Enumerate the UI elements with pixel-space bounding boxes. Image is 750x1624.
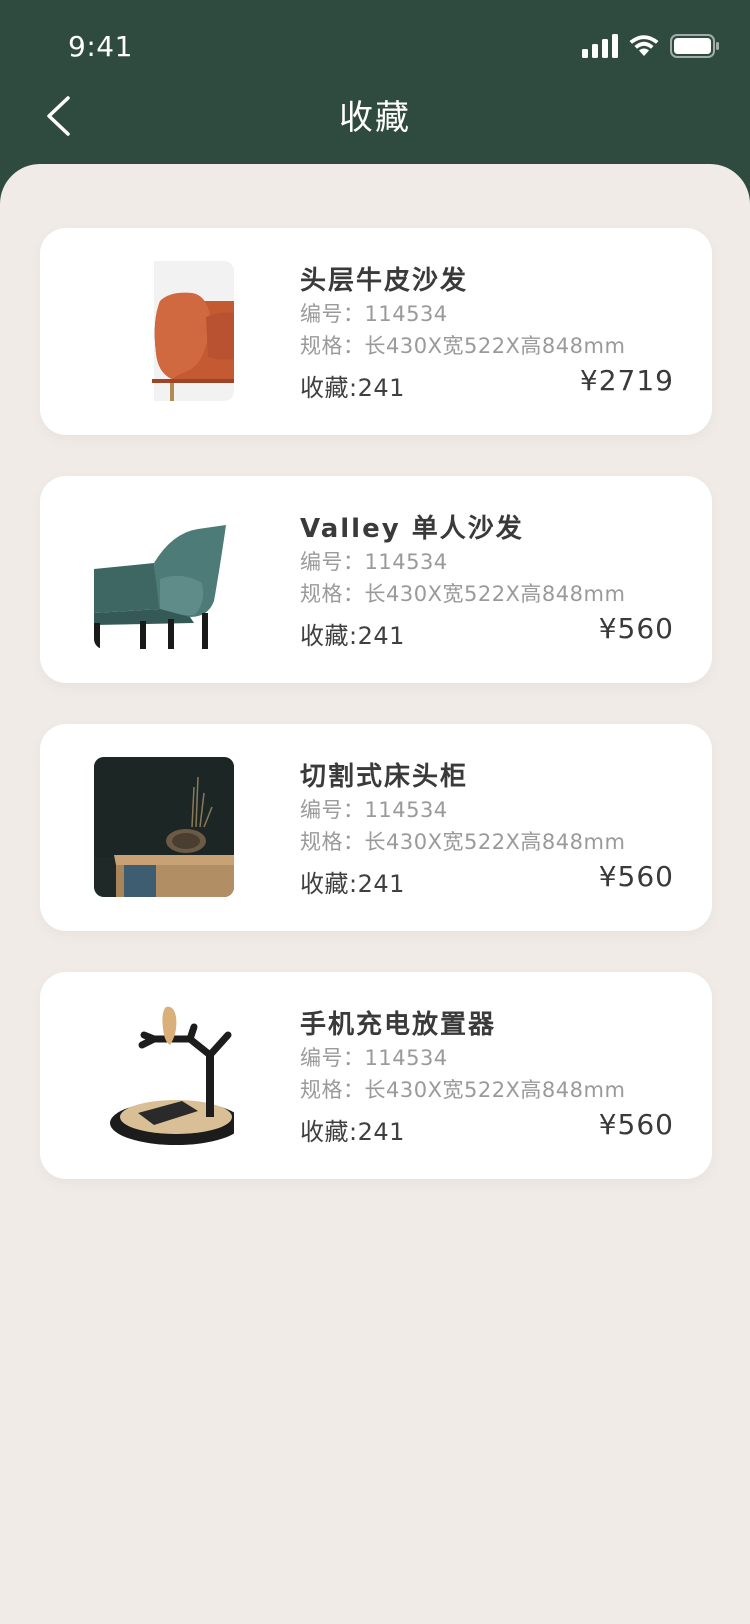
product-price: ¥560 (599, 860, 674, 893)
price-value: 560 (617, 1108, 674, 1141)
wifi-icon (629, 35, 659, 56)
price-value: 560 (617, 860, 674, 893)
product-code: 编号：114534 (300, 794, 674, 826)
product-card[interactable]: 头层牛皮沙发 编号：114534 规格：长430X宽522X高848mm 收藏:… (40, 228, 712, 435)
status-time: 9:41 (68, 30, 133, 63)
favorites-list[interactable]: 头层牛皮沙发 编号：114534 规格：长430X宽522X高848mm 收藏:… (0, 164, 750, 1624)
favorite-value: 241 (357, 870, 405, 898)
price-value: 2719 (598, 364, 674, 397)
favorite-count: 收藏:241 (300, 616, 405, 651)
product-spec: 规格：长430X宽522X高848mm (300, 330, 674, 362)
currency-symbol: ¥ (579, 364, 599, 397)
product-price: ¥560 (599, 612, 674, 645)
currency-symbol: ¥ (598, 612, 618, 645)
product-thumbnail[interactable] (94, 757, 234, 897)
product-footer: 收藏:241 ¥560 (300, 1108, 674, 1148)
product-info: 切割式床头柜 编号：114534 规格：长430X宽522X高848mm 收藏:… (300, 760, 674, 900)
product-name[interactable]: 切割式床头柜 (300, 760, 674, 794)
code-label: 编号： (300, 1046, 365, 1070)
status-icons (582, 32, 720, 60)
nav-bar: 收藏 (0, 80, 750, 150)
code-label: 编号： (300, 550, 365, 574)
product-card[interactable]: Valley 单人沙发 编号：114534 规格：长430X宽522X高848m… (40, 476, 712, 683)
code-value: 114534 (364, 302, 448, 326)
wood-nightstand-image (94, 757, 234, 897)
product-footer: 收藏:241 ¥560 (300, 612, 674, 652)
page-title: 收藏 (339, 98, 411, 138)
favorite-value: 241 (357, 374, 405, 402)
code-label: 编号： (300, 798, 365, 822)
product-price: ¥560 (599, 1108, 674, 1141)
product-footer: 收藏:241 ¥560 (300, 860, 674, 900)
bird-charger-stand-image (94, 1005, 234, 1145)
spec-label: 规格： (300, 582, 365, 606)
code-value: 114534 (364, 798, 448, 822)
product-spec: 规格：长430X宽522X高848mm (300, 578, 674, 610)
product-info: 手机充电放置器 编号：114534 规格：长430X宽522X高848mm 收藏… (300, 1008, 674, 1148)
product-card[interactable]: 手机充电放置器 编号：114534 规格：长430X宽522X高848mm 收藏… (40, 972, 712, 1179)
favorite-count: 收藏:241 (300, 864, 405, 899)
product-code: 编号：114534 (300, 1042, 674, 1074)
product-spec: 规格：长430X宽522X高848mm (300, 826, 674, 858)
favorite-value: 241 (357, 1118, 405, 1146)
product-thumbnail[interactable] (94, 261, 234, 401)
signal-icon (582, 34, 618, 58)
favorite-count: 收藏:241 (300, 1112, 405, 1147)
product-name[interactable]: Valley 单人沙发 (300, 512, 674, 546)
favorite-label: 收藏: (300, 374, 358, 402)
currency-symbol: ¥ (598, 1108, 618, 1141)
product-info: 头层牛皮沙发 编号：114534 规格：长430X宽522X高848mm 收藏:… (300, 264, 674, 404)
spec-label: 规格： (300, 334, 365, 358)
spec-label: 规格： (300, 1078, 365, 1102)
product-footer: 收藏:241 ¥2719 (300, 364, 674, 404)
product-name[interactable]: 手机充电放置器 (300, 1008, 674, 1042)
spec-value: 长430X宽522X高848mm (364, 582, 626, 606)
product-price: ¥2719 (580, 364, 674, 397)
product-code: 编号：114534 (300, 546, 674, 578)
favorite-value: 241 (357, 622, 405, 650)
price-value: 560 (617, 612, 674, 645)
spec-value: 长430X宽522X高848mm (364, 334, 626, 358)
favorite-count: 收藏:241 (300, 368, 405, 403)
spec-value: 长430X宽522X高848mm (364, 1078, 626, 1102)
product-info: Valley 单人沙发 编号：114534 规格：长430X宽522X高848m… (300, 512, 674, 652)
product-code: 编号：114534 (300, 298, 674, 330)
spec-label: 规格： (300, 830, 365, 854)
product-thumbnail[interactable] (94, 509, 234, 649)
favorite-label: 收藏: (300, 622, 358, 650)
orange-leather-sofa-image (94, 261, 234, 401)
spec-value: 长430X宽522X高848mm (364, 830, 626, 854)
product-card[interactable]: 切割式床头柜 编号：114534 规格：长430X宽522X高848mm 收藏:… (40, 724, 712, 931)
teal-armchair-image (94, 509, 234, 649)
battery-icon (670, 34, 719, 58)
code-label: 编号： (300, 302, 365, 326)
code-value: 114534 (364, 550, 448, 574)
favorite-label: 收藏: (300, 1118, 358, 1146)
product-spec: 规格：长430X宽522X高848mm (300, 1074, 674, 1106)
currency-symbol: ¥ (598, 860, 618, 893)
code-value: 114534 (364, 1046, 448, 1070)
favorite-label: 收藏: (300, 870, 358, 898)
product-name[interactable]: 头层牛皮沙发 (300, 264, 674, 298)
product-thumbnail[interactable] (94, 1005, 234, 1145)
